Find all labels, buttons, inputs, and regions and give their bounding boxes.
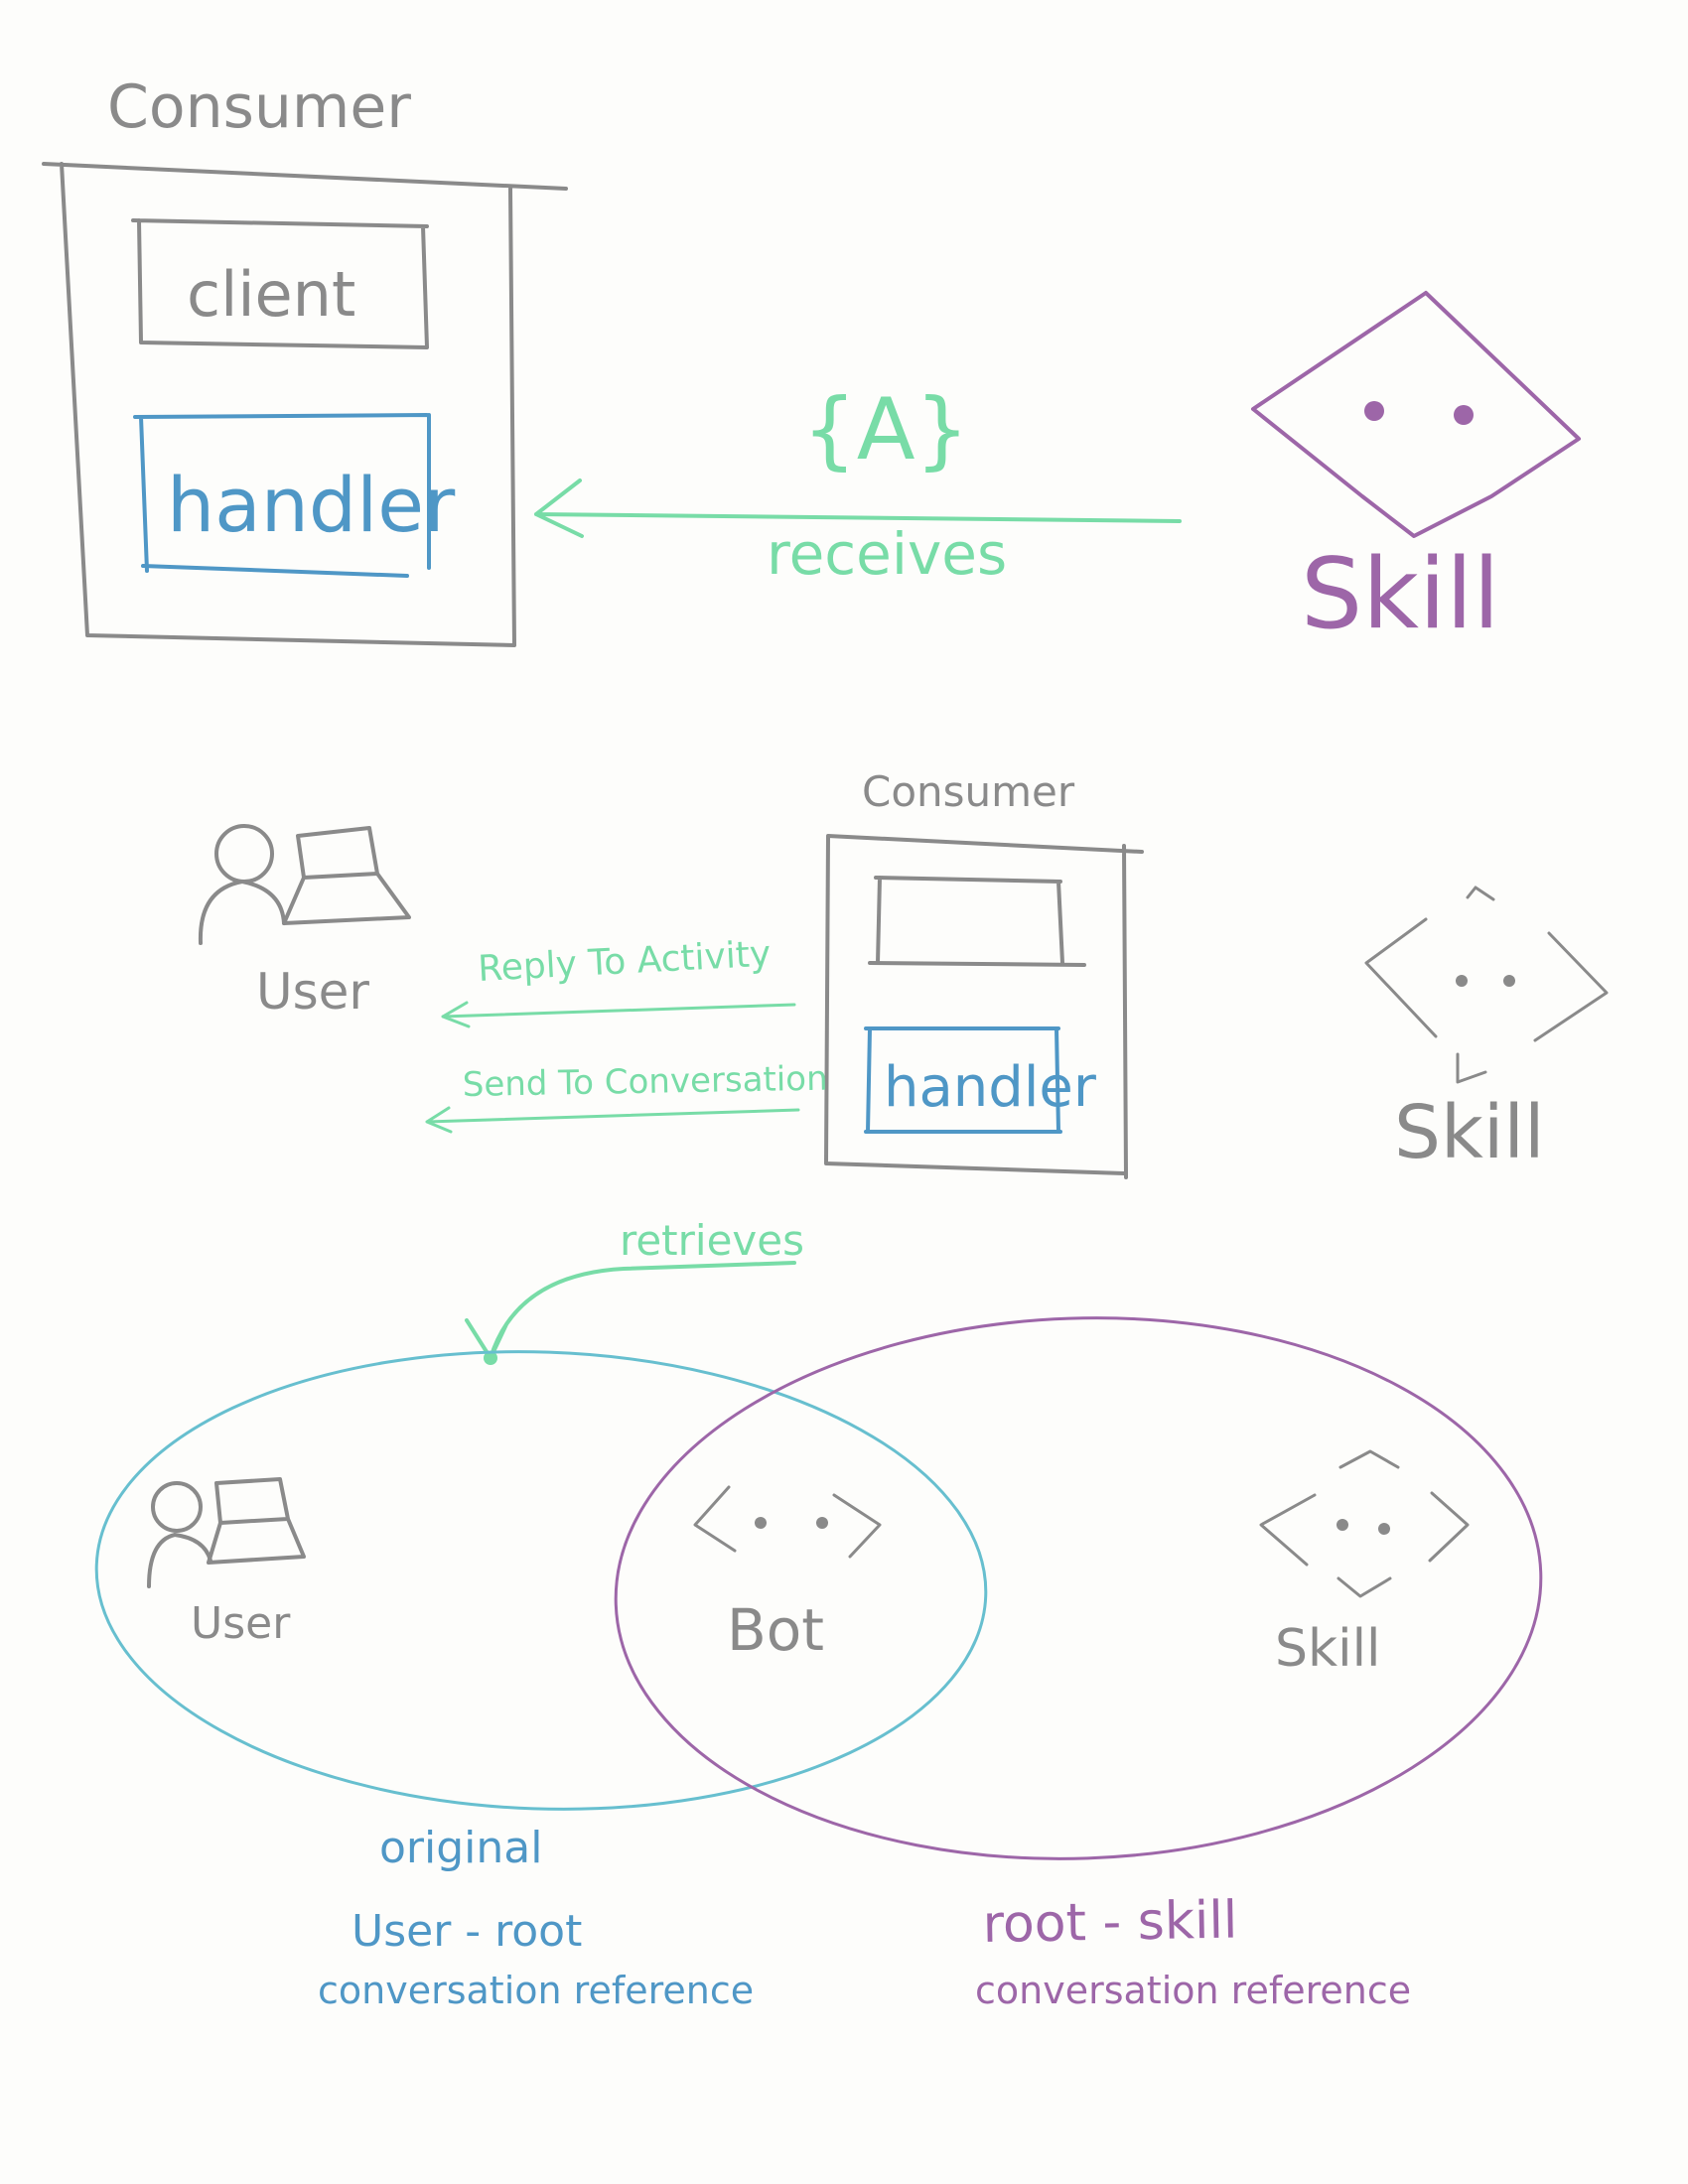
skill-icon-3 (1259, 1449, 1470, 1598)
send-arrow (425, 1106, 800, 1134)
reply-arrow-label: Reply To Activity (477, 934, 772, 990)
retrieves-arrow (465, 1261, 796, 1360)
reply-arrow (441, 1001, 796, 1028)
skill-icon-2 (1364, 886, 1609, 1084)
user-label-3: User (191, 1598, 291, 1649)
diagram-2: User Consumer handler Reply To Activity … (198, 767, 1609, 1179)
right-caption-line-2: conversation reference (975, 1969, 1411, 2012)
bot-icon (693, 1485, 882, 1559)
user-root-ellipse (94, 1350, 988, 1811)
skill-label: Skill (1301, 538, 1500, 651)
receives-label: receives (767, 520, 1007, 588)
left-caption-line-2: User - root (352, 1906, 582, 1957)
user-icon-3 (147, 1477, 306, 1588)
client-label: client (187, 258, 355, 331)
right-caption-line-1: root - skill (982, 1891, 1238, 1955)
consumer-title-2: Consumer (862, 767, 1075, 816)
user-label: User (256, 963, 369, 1021)
diagram-1: Consumer client handler {A} receives Ski… (42, 72, 1581, 651)
skill-label-2: Skill (1394, 1090, 1545, 1175)
diagram-canvas: Consumer client handler {A} receives Ski… (42, 72, 1609, 2012)
user-icon (198, 824, 411, 945)
diagram-3: retrieves User Bot Skill original User -… (94, 1216, 1543, 2012)
left-caption-line-3: conversation reference (318, 1969, 754, 2012)
skill-icon (1251, 291, 1581, 538)
activity-label: {A} (802, 380, 969, 479)
retrieves-label: retrieves (620, 1216, 804, 1265)
client-box-2 (868, 876, 1086, 967)
skill-label-3: Skill (1275, 1619, 1380, 1679)
handler-label-2: handler (884, 1055, 1097, 1120)
send-arrow-label: Send To Conversation (462, 1059, 827, 1105)
consumer-box-2 (824, 834, 1144, 1179)
left-caption-line-1: original (379, 1823, 542, 1873)
consumer-title: Consumer (107, 72, 411, 142)
handler-label: handler (167, 461, 456, 549)
bot-label: Bot (727, 1596, 824, 1664)
